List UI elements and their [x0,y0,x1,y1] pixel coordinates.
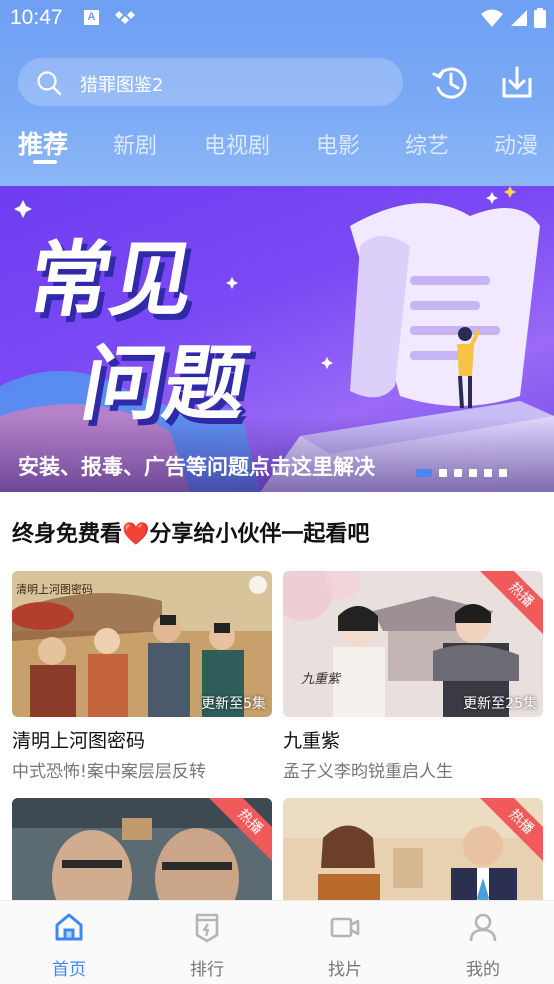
search-icon [37,71,62,96]
carousel-dot [484,469,492,477]
category-tabs: 推荐 新剧 电视剧 电影 综艺 动漫 [0,122,554,172]
carousel-indicator [416,469,507,477]
section-title: 终身免费看❤️分享给小伙伴一起看吧 [12,522,370,547]
status-time: 10:47 [10,6,63,29]
nav-home[interactable]: 首页 [0,901,138,984]
video-poster: 九重紫 热播 更新至25集 [283,571,543,717]
cellular-signal-icon [511,10,527,26]
user-icon [469,913,497,942]
battery-icon [534,8,546,28]
search-bar[interactable]: 猎罪图鉴2 [18,58,403,106]
tab-recommend[interactable]: 推荐 [18,125,68,161]
episode-update-label: 更新至25集 [463,696,537,712]
tab-anime[interactable]: 动漫 [494,128,538,160]
video-subtitle: 孟子义李昀锐重启人生 [283,762,453,782]
nav-find-movie[interactable]: 找片 [276,901,414,984]
active-tab-indicator [33,160,57,164]
nav-label: 首页 [52,960,86,980]
video-title: 清明上河图密码 [12,730,146,752]
nav-ranking[interactable]: 排行 [138,901,276,984]
carousel-dot [439,469,447,477]
video-poster: 清明上河图密码 更新至5集 [12,571,272,717]
video-camera-icon [330,917,360,938]
nav-label: 找片 [328,960,362,980]
status-bar: 10:47 A [0,0,554,40]
carousel-dot [499,469,507,477]
video-title: 九重紫 [283,730,341,752]
banner-carousel[interactable]: 常见 常见 问题 问题 安装、报毒、广告等问题点击这里解决 [0,186,554,492]
carousel-dot [454,469,462,477]
home-icon [55,913,83,941]
tab-new-drama[interactable]: 新剧 [113,128,157,160]
banner-caption: 安装、报毒、广告等问题点击这里解决 [18,455,375,479]
app-notification-icon: A [84,10,99,25]
carousel-dot-active [416,469,432,477]
svg-text:九重紫: 九重紫 [301,672,342,687]
nav-profile[interactable]: 我的 [414,901,552,984]
bottom-navigation: 首页 排行 找片 我的 [0,900,554,984]
search-query-text: 猎罪图鉴2 [80,75,164,96]
download-icon[interactable] [496,62,538,104]
nav-label: 我的 [466,960,500,980]
nav-label: 排行 [190,960,224,980]
ranking-icon [195,913,219,943]
diamond-notification-icon [115,11,135,24]
episode-update-label: 更新至5集 [201,696,266,712]
carousel-dot [469,469,477,477]
video-subtitle: 中式恐怖!案中案层层反转 [12,762,206,782]
svg-text:清明上河图密码: 清明上河图密码 [16,582,93,596]
history-icon[interactable] [430,62,472,104]
tab-variety[interactable]: 综艺 [405,128,449,160]
svg-text:常见: 常见 [21,233,202,328]
tab-tv-series[interactable]: 电视剧 [204,128,270,160]
header: 10:47 A 猎罪图鉴2 推荐 新剧 电视剧 电影 综艺 动漫 [0,0,554,186]
wifi-icon [481,9,503,27]
tab-movies[interactable]: 电影 [316,128,360,160]
